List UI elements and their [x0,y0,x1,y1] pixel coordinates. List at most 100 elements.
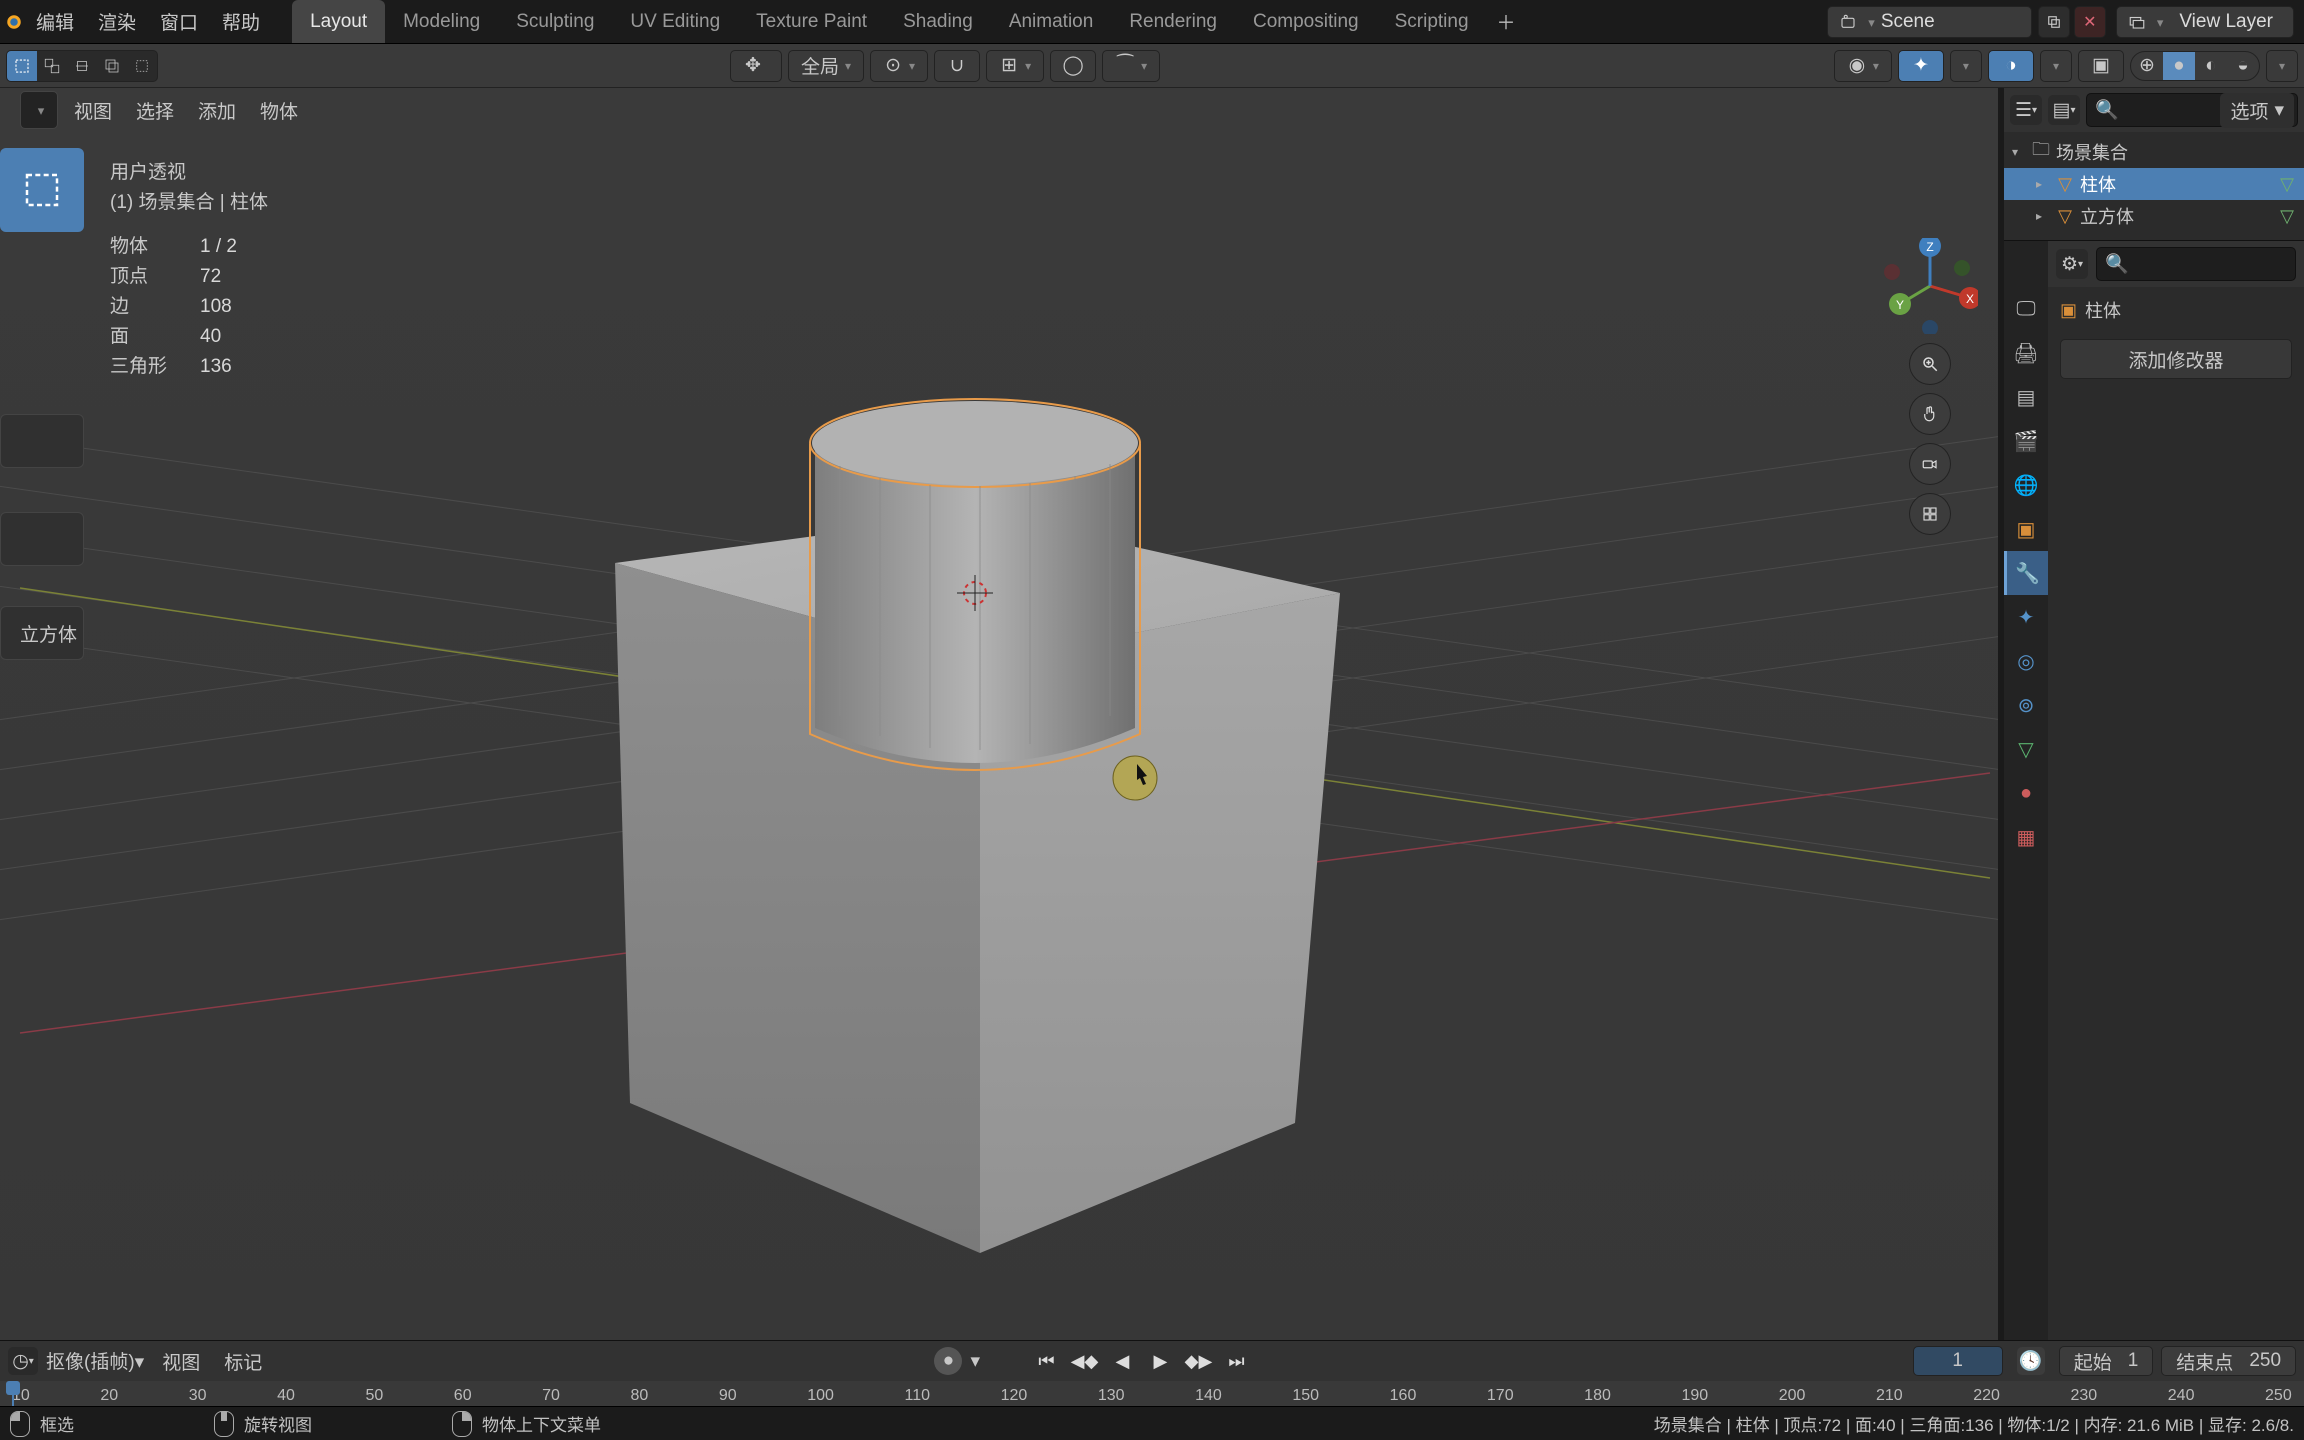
camera-button[interactable] [1910,444,1950,484]
proportional-toggle[interactable]: ◯ [1050,50,1096,82]
viewport-menu-视图[interactable]: 视图 [62,97,124,124]
status-bar: 框选旋转视图物体上下文菜单 场景集合 | 柱体 | 顶点:72 | 面:40 |… [0,1406,2304,1440]
viewlayer-selector[interactable]: View Layer [2116,6,2294,38]
tab-world[interactable]: 🌐 [2004,463,2048,507]
jump-end-button[interactable]: ⏭ [1222,1347,1250,1375]
scene-delete-button[interactable]: ✕ [2074,6,2106,38]
select-mode-extend[interactable] [37,51,67,81]
viewport-menu-添加[interactable]: 添加 [186,97,248,124]
outliner-display-dropdown[interactable]: ▤▾ [2048,95,2080,125]
shading-wireframe[interactable]: ⊕ [2131,52,2163,80]
pan-button[interactable] [1910,394,1950,434]
toolshelf-move[interactable] [0,414,84,468]
workspace-tab-sculpting[interactable]: Sculpting [498,0,612,43]
keyframe-prev-button[interactable]: ◀◆ [1070,1347,1098,1375]
menu-窗口[interactable]: 窗口 [148,0,210,43]
outliner-root[interactable]: ▾🗀场景集合 [2004,136,2304,168]
tab-scene[interactable]: 🎬 [2004,419,2048,463]
shading-solid[interactable]: ● [2163,52,2195,80]
tab-modifiers[interactable]: 🔧 [2004,551,2048,595]
xray-toggle[interactable]: ▣ [2078,50,2124,82]
workspace-tab-animation[interactable]: Animation [991,0,1112,43]
play-reverse-button[interactable]: ◀ [1108,1347,1136,1375]
keyframe-next-button[interactable]: ◆▶ [1184,1347,1212,1375]
overlay-dropdown[interactable]: ▾ [2040,50,2072,82]
timeline-tick: 240 [2168,1387,2195,1405]
workspace-add-button[interactable]: ＋ [1487,8,1526,35]
visibility-dropdown[interactable]: ◉▾ [1834,50,1892,82]
props-search[interactable]: 🔍 [2096,247,2296,281]
gizmo-toggle[interactable]: ✦ [1898,50,1944,82]
menu-渲染[interactable]: 渲染 [86,0,148,43]
select-mode-intersect[interactable] [97,51,127,81]
end-frame-field[interactable]: 结束点250 [2161,1346,2296,1376]
tab-material[interactable]: ● [2004,771,2048,815]
options-dropdown[interactable]: 选项▾ [2220,93,2294,128]
toolshelf-select-box[interactable] [0,148,84,232]
scene-name-input[interactable] [1881,11,2021,33]
outliner-item-立方体[interactable]: ▸▽立方体▽ [2004,200,2304,232]
workspace-tab-compositing[interactable]: Compositing [1235,0,1377,43]
cursor-dropdown[interactable]: ✥ [730,50,782,82]
zoom-button[interactable] [1910,344,1950,384]
3d-viewport[interactable]: 立方体 用户透视 (1) 场景集合 | 柱体 物体1 / 2顶点72边108面4… [0,88,1998,1384]
menu-帮助[interactable]: 帮助 [210,0,272,43]
select-mode-box[interactable] [7,51,37,81]
workspace-tab-shading[interactable]: Shading [885,0,991,43]
current-frame-field[interactable]: 1 [1913,1346,2003,1376]
tab-physics[interactable]: ◎ [2004,639,2048,683]
play-button[interactable]: ▶ [1146,1347,1174,1375]
nav-gizmo[interactable]: X Y Z [1882,238,1978,334]
scene-new-button[interactable] [2038,6,2070,38]
tab-viewlayer[interactable]: ▤ [2004,375,2048,419]
tab-particles[interactable]: ✦ [2004,595,2048,639]
props-type-dropdown[interactable]: ⚙▾ [2056,249,2088,279]
editor-type-dropdown[interactable] [20,91,58,129]
add-modifier-button[interactable]: 添加修改器 [2060,339,2292,379]
tab-output[interactable]: 🖨 [2004,331,2048,375]
tab-constraints[interactable]: ⊚ [2004,683,2048,727]
timeline-menu-视图[interactable]: 视图 [152,1348,210,1375]
outliner-type-dropdown[interactable]: ☰▾ [2010,95,2042,125]
jump-start-button[interactable]: ⏮ [1032,1347,1060,1375]
workspace-tab-texture paint[interactable]: Texture Paint [738,0,885,43]
perspective-button[interactable] [1910,494,1950,534]
timeline-type-dropdown[interactable]: ◷▾ [8,1347,38,1375]
proportional-type[interactable]: ⁀▾ [1102,50,1160,82]
workspace-tab-rendering[interactable]: Rendering [1111,0,1235,43]
workspace-tab-uv editing[interactable]: UV Editing [612,0,738,43]
start-frame-field[interactable]: 起始1 [2059,1346,2154,1376]
gizmo-dropdown[interactable]: ▾ [1950,50,1982,82]
shading-dropdown[interactable]: ▾ [2266,50,2298,82]
workspace-tab-modeling[interactable]: Modeling [385,0,498,43]
toolshelf-rotate[interactable] [0,512,84,566]
scene-selector[interactable] [1827,6,2032,38]
pivot-dropdown[interactable]: ⊙▾ [870,50,928,82]
workspace-tab-scripting[interactable]: Scripting [1377,0,1487,43]
tab-mesh[interactable]: ▽ [2004,727,2048,771]
tab-object[interactable]: ▣ [2004,507,2048,551]
viewport-menu-选择[interactable]: 选择 [124,97,186,124]
select-mode-invert[interactable] [127,51,157,81]
menu-编辑[interactable]: 编辑 [24,0,86,43]
timeline-menu-标记[interactable]: 标记 [214,1348,272,1375]
tab-texture[interactable]: ▦ [2004,815,2048,859]
workspace-tab-layout[interactable]: Layout [292,0,385,43]
end-frame-value: 250 [2249,1350,2281,1372]
tab-render[interactable]: 🖵 [2004,287,2048,331]
snap-type[interactable]: ⊞▾ [986,50,1044,82]
viewport-menu-物体[interactable]: 物体 [248,97,310,124]
overlay-toggle[interactable]: ◑ [1988,50,2034,82]
outliner-item-柱体[interactable]: ▸▽柱体▽ [2004,168,2304,200]
snap-toggle[interactable] [934,50,980,82]
timeline-mode-dropdown[interactable]: 抠像(插帧)▾ [46,1347,144,1375]
select-mode-subtract[interactable] [67,51,97,81]
toolshelf-cursor[interactable] [0,236,84,320]
transform-orientation[interactable]: 全局▾ [788,50,864,82]
autokey-dropdown[interactable]: ▾ [970,1347,986,1375]
shading-material[interactable]: ◐ [2195,52,2227,80]
timeclock-button[interactable]: 🕓 [2017,1347,2045,1375]
autokey-toggle[interactable]: ● [934,1347,962,1375]
shading-rendered[interactable]: ◒ [2227,52,2259,80]
toolshelf-addcube[interactable]: 立方体 [0,606,84,660]
